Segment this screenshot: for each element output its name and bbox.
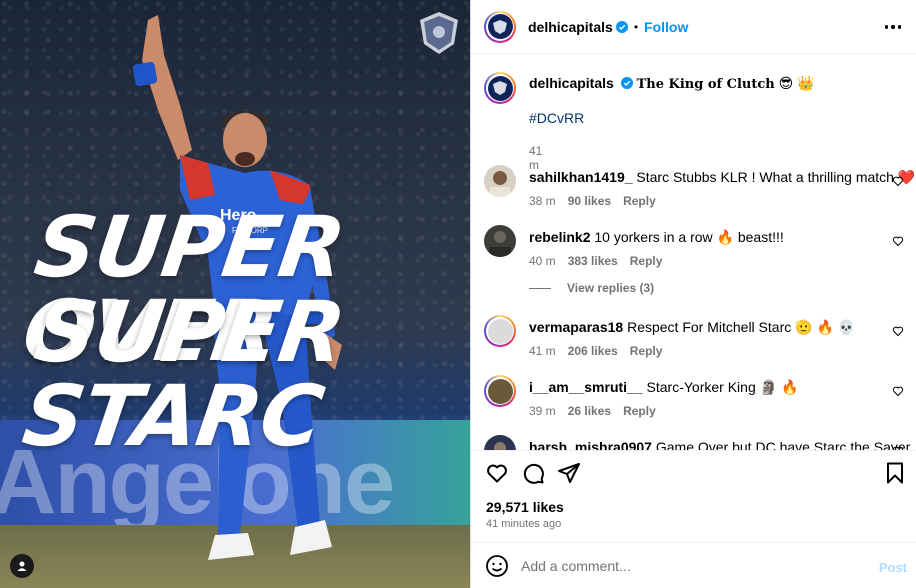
comment-avatar[interactable]	[484, 315, 516, 347]
like-comment-heart-icon[interactable]	[892, 385, 904, 397]
comment-time: 41 m	[529, 344, 556, 358]
view-replies-label[interactable]: View replies (3)	[567, 281, 654, 295]
team-logo-icon	[420, 12, 458, 54]
comment-avatar[interactable]	[484, 435, 516, 450]
like-comment-heart-icon[interactable]	[892, 175, 904, 187]
comment-likes[interactable]: 90 likes	[568, 194, 611, 208]
post-timestamp: 41 minutes ago	[486, 518, 562, 530]
verified-badge-icon	[615, 20, 628, 33]
header-username[interactable]: delhicapitals	[528, 19, 613, 35]
view-replies-line	[529, 287, 551, 289]
comment-item: vermaparas18 Respect For Mitchell Starc …	[484, 315, 904, 365]
comments-list[interactable]: delhicapitals The King of Clutch 😎 👑 #DC…	[471, 55, 916, 450]
reply-button[interactable]: Reply	[623, 404, 656, 418]
view-replies-button[interactable]: View replies (3)	[529, 281, 654, 295]
verified-badge-icon	[620, 77, 633, 89]
comment-item: sahilkhan1419_ Starc Stubbs KLR ! What a…	[484, 165, 916, 215]
comment-text: Starc-Yorker King 🗿 🔥	[646, 379, 799, 395]
comment-likes[interactable]: 26 likes	[568, 404, 611, 418]
share-paper-plane-icon[interactable]	[557, 461, 581, 485]
caption-hashtag[interactable]: #DCvRR	[529, 110, 584, 126]
likes-count[interactable]: 29,571 likes	[486, 499, 564, 515]
comment-username[interactable]: rebelink2	[529, 229, 590, 245]
profile-avatar[interactable]	[484, 10, 516, 43]
comment-text: Game Over but DC have Starc the Saver 🔥	[655, 439, 916, 450]
separator-dot: •	[633, 19, 639, 34]
comment-time: 39 m	[529, 404, 556, 418]
like-heart-icon[interactable]	[485, 461, 509, 485]
comment-bubble-icon[interactable]	[521, 461, 545, 485]
comment-username[interactable]: sahilkhan1419_	[529, 169, 633, 185]
reply-button[interactable]: Reply	[630, 254, 663, 268]
comment-likes[interactable]: 383 likes	[568, 254, 618, 268]
comment-item: harsh_mishra0907 Game Over but DC have S…	[484, 435, 916, 450]
reply-button[interactable]: Reply	[623, 194, 656, 208]
more-options-icon[interactable]	[881, 17, 905, 37]
comment-likes[interactable]: 206 likes	[568, 344, 618, 358]
comment-username[interactable]: harsh_mishra0907	[529, 439, 652, 450]
comment-input[interactable]	[521, 557, 861, 574]
caption-username[interactable]: delhicapitals	[529, 75, 614, 91]
post-comment-button[interactable]: Post	[879, 560, 907, 575]
post-image[interactable]: Angelone Hero FINCORP SUPER OVER SUPER S…	[0, 0, 470, 588]
comment-username[interactable]: i__am__smruti__	[529, 379, 643, 395]
comment-item: rebelink2 10 yorkers in a row 🔥 beast!!!…	[484, 225, 904, 275]
comment-time: 38 m	[529, 194, 556, 208]
follow-button[interactable]: Follow	[644, 19, 688, 35]
add-comment-bar: Post	[471, 542, 916, 588]
comment-time: 40 m	[529, 254, 556, 268]
caption-emoji: 😎 👑	[778, 75, 815, 91]
post-actions: 29,571 likes 41 minutes ago	[471, 450, 916, 542]
caption-avatar[interactable]	[484, 72, 516, 104]
reply-button[interactable]: Reply	[630, 344, 663, 358]
comment-avatar[interactable]	[484, 165, 516, 197]
headline-line-2: SUPER STARC	[17, 283, 351, 465]
like-comment-heart-icon[interactable]	[892, 325, 904, 337]
comment-avatar[interactable]	[484, 225, 516, 257]
tagged-users-icon[interactable]	[10, 554, 34, 578]
like-comment-heart-icon[interactable]	[892, 235, 904, 247]
save-bookmark-icon[interactable]	[883, 461, 907, 485]
post-header: delhicapitals • Follow	[471, 0, 916, 54]
comment-text: 10 yorkers in a row 🔥 beast!!!	[594, 229, 784, 245]
comment-avatar[interactable]	[484, 375, 516, 407]
comment-username[interactable]: vermaparas18	[529, 319, 623, 335]
post-sidebar: delhicapitals • Follow delhicapitals The…	[470, 0, 916, 588]
caption-text: The King of Clutch	[636, 77, 775, 92]
emoji-icon[interactable]	[485, 554, 509, 578]
comment-text: Starc Stubbs KLR ! What a thrilling matc…	[636, 169, 916, 185]
comment-text: Respect For Mitchell Starc 🫡 🔥 💀	[627, 319, 856, 335]
comment-item: i__am__smruti__ Starc-Yorker King 🗿 🔥 39…	[484, 375, 904, 425]
